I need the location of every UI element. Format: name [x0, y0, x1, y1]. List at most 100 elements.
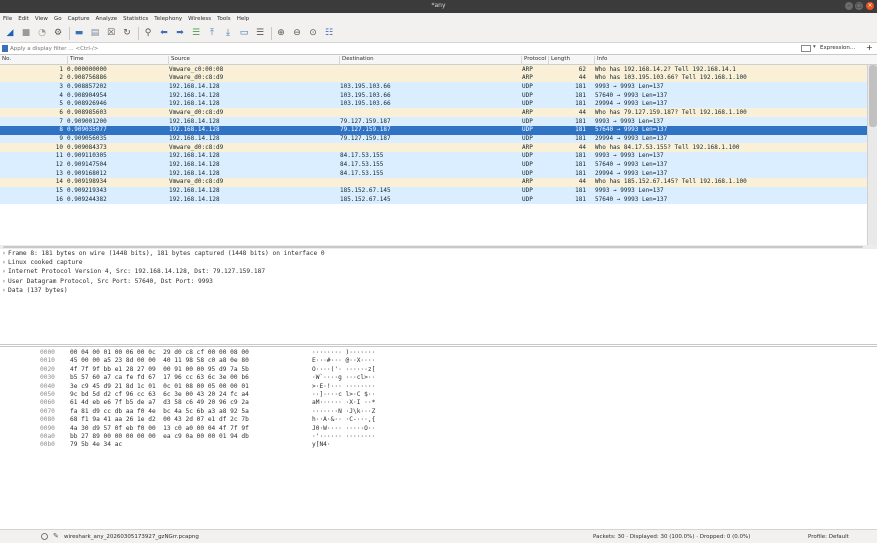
- table-row[interactable]: 3 0.908857202 192.168.14.128 103.195.103.66…: [0, 82, 867, 92]
- menu-capture[interactable]: Capture: [68, 16, 90, 22]
- detail-tree-item[interactable]: › Frame 8: 181 bytes on wire (1448 bits),…: [0, 250, 877, 259]
- column-header-destination[interactable]: Destination: [339, 56, 374, 65]
- table-row[interactable]: 13 0.909168012 192.168.14.128 84.17.53.155 U…: [0, 169, 867, 178]
- menu-help[interactable]: Help: [237, 16, 250, 22]
- hex-bytes[interactable]: 79 5b 4e 34 ac: [70, 441, 122, 449]
- detail-tree-item[interactable]: › User Datagram Protocol, Src Port: 57640…: [0, 278, 877, 287]
- table-row[interactable]: 2 0.908756886 Vmware_d0:c8:d9 ARP 44 Who has …: [0, 73, 867, 83]
- save-file-icon[interactable]: ▤: [89, 27, 101, 39]
- packet-list-hscrollbar[interactable]: [0, 245, 877, 249]
- hex-offset[interactable]: 0070: [40, 408, 55, 416]
- close-button[interactable]: ×: [866, 2, 874, 10]
- table-row[interactable]: 12 0.909147504 192.168.14.128 84.17.53.155 U…: [0, 160, 867, 170]
- table-row[interactable]: 10 0.909084373 Vmware_d0:c8:d9 ARP 44 Who has…: [0, 143, 867, 152]
- table-row[interactable]: 15 0.909219343 192.168.14.128 185.152.67.14…: [0, 186, 867, 196]
- zoom-out-icon[interactable]: ⊖: [291, 27, 303, 39]
- menu-file[interactable]: File: [3, 16, 12, 22]
- ascii-bytes[interactable]: ·······N ·J\k···Z: [312, 408, 375, 416]
- expression-button[interactable]: Expression…: [820, 45, 855, 51]
- go-first-icon[interactable]: ⤒: [206, 27, 218, 39]
- display-filter-input[interactable]: [10, 43, 790, 54]
- column-header-no[interactable]: No.: [0, 56, 11, 65]
- column-header-info[interactable]: Info: [594, 56, 607, 65]
- hex-offset[interactable]: 0060: [40, 399, 55, 407]
- table-row[interactable]: 6 0.908985603 Vmware_d0:c8:d9 ARP 44 Who has …: [0, 108, 867, 118]
- detail-tree-item[interactable]: › Data (137 bytes): [0, 287, 877, 296]
- ascii-bytes[interactable]: J0·W···· ·····O··: [312, 425, 375, 433]
- resize-columns-icon[interactable]: ☷: [323, 27, 335, 39]
- ascii-bytes[interactable]: y[N4·: [312, 441, 331, 449]
- scrollbar-thumb[interactable]: [869, 65, 877, 127]
- menu-statistics[interactable]: Statistics: [123, 16, 148, 22]
- ascii-bytes[interactable]: E···#··· @··X····: [312, 357, 375, 365]
- go-forward-icon[interactable]: ➡: [174, 27, 186, 39]
- menu-view[interactable]: View: [35, 16, 48, 22]
- go-back-icon[interactable]: ⬅: [158, 27, 170, 39]
- detail-tree-item[interactable]: › Internet Protocol Version 4, Src: 192.1…: [0, 268, 877, 277]
- colorize-icon[interactable]: ☰: [254, 27, 266, 39]
- hex-bytes[interactable]: 4f 7f 9f bb e1 28 27 09 00 91 00 00 95 d…: [70, 366, 249, 374]
- capture-options-icon[interactable]: ⚙: [52, 27, 64, 39]
- hex-offset[interactable]: 00b0: [40, 441, 55, 449]
- hex-bytes[interactable]: fa 81 d9 cc db aa f0 4e bc 4a 5c 6b a3 a…: [70, 408, 249, 416]
- table-row[interactable]: 9 0.909056035 192.168.14.128 79.127.159.187…: [0, 134, 867, 144]
- ascii-bytes[interactable]: >·E·!··· ········: [312, 383, 375, 391]
- normal-size-icon[interactable]: ⊙: [307, 27, 319, 39]
- reload-file-icon[interactable]: ↻: [121, 27, 133, 39]
- ascii-bytes[interactable]: aM······ ·X·I ··*: [312, 399, 375, 407]
- hex-bytes[interactable]: 61 4d eb e6 7f b5 de a7 d3 58 c6 49 20 9…: [70, 399, 249, 407]
- ascii-bytes[interactable]: ·W`····g ···cl>··: [312, 374, 375, 382]
- close-file-icon[interactable]: ☒: [105, 27, 117, 39]
- go-last-icon[interactable]: ⤓: [222, 27, 234, 39]
- find-packet-icon[interactable]: ⚲: [142, 27, 154, 39]
- hex-bytes[interactable]: bb 27 89 00 00 00 00 00 ea c9 0a 00 00 0…: [70, 433, 249, 441]
- table-row[interactable]: 11 0.909110305 192.168.14.128 84.17.53.155 U…: [0, 151, 867, 161]
- minimize-button[interactable]: –: [845, 2, 853, 10]
- menu-wireless[interactable]: Wireless: [188, 16, 211, 22]
- autoscroll-icon[interactable]: ▭: [238, 27, 250, 39]
- ascii-bytes[interactable]: ··]····c l>·C $··: [312, 391, 375, 399]
- hex-bytes[interactable]: 00 04 00 01 00 06 00 0c 29 d0 c8 cf 00 0…: [70, 349, 249, 357]
- start-capture-icon[interactable]: ◢: [4, 27, 16, 39]
- open-file-icon[interactable]: ▬: [73, 27, 85, 39]
- zoom-in-icon[interactable]: ⊕: [275, 27, 287, 39]
- maximize-button[interactable]: □: [855, 2, 863, 10]
- stop-capture-icon[interactable]: ■: [20, 27, 32, 39]
- hex-bytes[interactable]: 45 00 00 a5 23 8d 00 00 40 11 98 58 c0 a…: [70, 357, 249, 365]
- add-filter-button[interactable]: +: [866, 43, 873, 52]
- table-row[interactable]: 7 0.909001200 192.168.14.128 79.127.159.187…: [0, 117, 867, 126]
- packet-list-scrollbar[interactable]: [867, 65, 877, 246]
- hex-offset[interactable]: 0090: [40, 425, 55, 433]
- ascii-bytes[interactable]: ·'······ ········: [312, 433, 375, 441]
- detail-tree-item[interactable]: › Linux cooked capture: [0, 259, 877, 268]
- hex-bytes[interactable]: 3e c9 45 d9 21 8d 1c 01 0c 01 08 00 05 0…: [70, 383, 249, 391]
- hex-offset[interactable]: 0030: [40, 374, 55, 382]
- capture-status-icon[interactable]: [41, 533, 48, 540]
- hex-offset[interactable]: 0000: [40, 349, 55, 357]
- hscrollbar-thumb[interactable]: [3, 246, 863, 248]
- hex-offset[interactable]: 0020: [40, 366, 55, 374]
- hex-offset[interactable]: 0080: [40, 416, 55, 424]
- go-to-packet-icon[interactable]: ☰: [190, 27, 202, 39]
- ascii-bytes[interactable]: O····('· ······z[: [312, 366, 375, 374]
- hex-bytes[interactable]: 68 f1 9a 41 aa 26 1e d2 00 43 2d 07 e1 d…: [70, 416, 249, 424]
- menu-tools[interactable]: Tools: [217, 16, 231, 22]
- hex-offset[interactable]: 0010: [40, 357, 55, 365]
- ascii-bytes[interactable]: h··A·&·· ·C-···,{: [312, 416, 375, 424]
- hex-bytes[interactable]: 4a 30 d9 57 0f eb f0 00 13 c0 a0 00 04 4…: [70, 425, 249, 433]
- hex-offset[interactable]: 0050: [40, 391, 55, 399]
- hex-bytes[interactable]: 9c bd 5d d2 cf 96 cc 63 6c 3e 00 43 20 2…: [70, 391, 249, 399]
- hex-offset[interactable]: 0040: [40, 383, 55, 391]
- menu-telephony[interactable]: Telephony: [154, 16, 182, 22]
- menu-edit[interactable]: Edit: [18, 16, 29, 22]
- table-row[interactable]: 1 0.000000000 Vmware_c0:00:08 ARP 62 Who has …: [0, 65, 867, 74]
- column-header-source[interactable]: Source: [168, 56, 190, 65]
- ascii-bytes[interactable]: ········ )·······: [312, 349, 375, 357]
- filter-dropdown-icon[interactable]: ▾: [813, 44, 816, 50]
- column-header-time[interactable]: Time: [67, 56, 83, 65]
- hex-offset[interactable]: 00a0: [40, 433, 55, 441]
- table-row[interactable]: 8 0.909035077 192.168.14.128 79.127.159.187…: [0, 125, 867, 135]
- restart-capture-icon[interactable]: ◔: [36, 27, 48, 39]
- table-row[interactable]: 4 0.908904954 192.168.14.128 103.195.103.66…: [0, 91, 867, 100]
- expert-info-icon[interactable]: ✎: [53, 532, 59, 540]
